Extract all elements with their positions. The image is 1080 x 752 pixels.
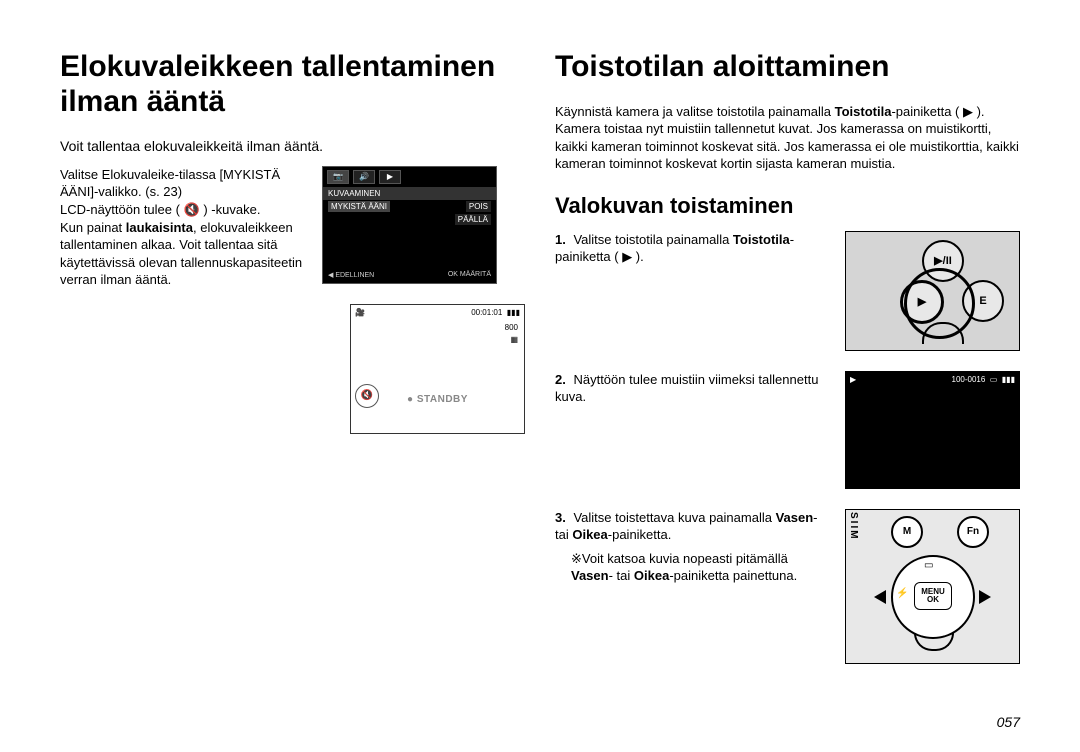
left-arrow-icon	[874, 590, 886, 604]
lcd-tab-camera-icon: 📷	[327, 170, 349, 184]
left-body: Valitse Elokuvaleike-tilassa [MYKISTÄ ÄÄ…	[60, 166, 310, 289]
right-column: Toistotilan aloittaminen Käynnistä kamer…	[555, 50, 1020, 732]
right-arrow-icon	[979, 590, 991, 604]
lcd-menu-heading: KUVAAMINEN	[323, 187, 496, 200]
dpad-illustration: SIIM M Fn MENU OK ▭ ⚡	[845, 509, 1020, 664]
brand-label: SIIM	[848, 512, 859, 541]
lcd-footer-prev: ◀ EDELLINEN	[328, 271, 374, 279]
sd-icon: ▭	[990, 375, 998, 384]
left-heading: Elokuvaleikkeen tallentaminen ilman äänt…	[60, 50, 525, 119]
playback-lcd-illustration: ▶ 100-0016 ▭ ▮▮▮	[845, 371, 1020, 489]
movie-icon: 🎥	[355, 308, 365, 317]
menu-ok-button-icon: MENU OK	[914, 582, 952, 610]
lcd-resolution: 800	[505, 323, 518, 332]
lcd-time: 00:01:01	[471, 308, 502, 317]
battery-icon: ▮▮▮	[507, 308, 520, 317]
m-button-icon: M	[891, 516, 923, 548]
lcd-footer-set: OK MÄÄRITÄ	[448, 271, 491, 279]
step-2: 2. Näyttöön tulee muistiin viimeksi tall…	[555, 371, 1020, 489]
lcd-tab-sound-icon: 🔊	[353, 170, 375, 184]
lcd-menu-item: MYKISTÄ ÄÄNI	[328, 201, 390, 212]
step-3: 3. Valitse toistettava kuva painamalla V…	[555, 509, 1020, 664]
right-heading: Toistotilan aloittaminen	[555, 50, 1020, 85]
down-button-icon	[914, 633, 954, 651]
right-subheading: Valokuvan toistaminen	[555, 193, 1020, 219]
lcd-standby-screenshot: 🎥 00:01:01 ▮▮▮ 800 ▦ 🔇 ● STANDBY	[350, 304, 525, 434]
fn-button-icon: Fn	[957, 516, 989, 548]
page-number: 057	[997, 714, 1020, 730]
mute-icon: 🔇	[355, 384, 379, 408]
play-icon: ▶	[850, 375, 856, 384]
step-number: 3.	[555, 510, 566, 525]
left-intro: Voit tallentaa elokuvaleikkeitä ilman ää…	[60, 137, 525, 156]
camera-buttons-illustration: ▶/II ▶ E	[845, 231, 1020, 351]
lcd-menu-screenshot: 📷 🔊 ▶ KUVAAMINEN MYKISTÄ ÄÄNI POIS PÄÄLL…	[322, 166, 497, 284]
lcd-menu-value-off: POIS	[466, 201, 491, 212]
step-1: 1. Valitse toistotila painamalla Toistot…	[555, 231, 1020, 351]
thumbnail-icon: ▭	[924, 560, 933, 571]
step-number: 2.	[555, 372, 566, 387]
lcd-tab-play-icon: ▶	[379, 170, 401, 184]
left-column: Elokuvaleikkeen tallentaminen ilman äänt…	[60, 50, 525, 732]
playback-image-counter: 100-0016	[952, 375, 986, 384]
lcd-menu-value-on: PÄÄLLÄ	[455, 214, 491, 225]
flash-icon: ⚡	[896, 588, 908, 599]
quality-icon: ▦	[510, 335, 518, 344]
battery-icon: ▮▮▮	[1002, 375, 1015, 384]
right-intro: Käynnistä kamera ja valitse toistotila p…	[555, 103, 1020, 173]
step-number: 1.	[555, 232, 566, 247]
standby-label: ● STANDBY	[407, 394, 468, 405]
